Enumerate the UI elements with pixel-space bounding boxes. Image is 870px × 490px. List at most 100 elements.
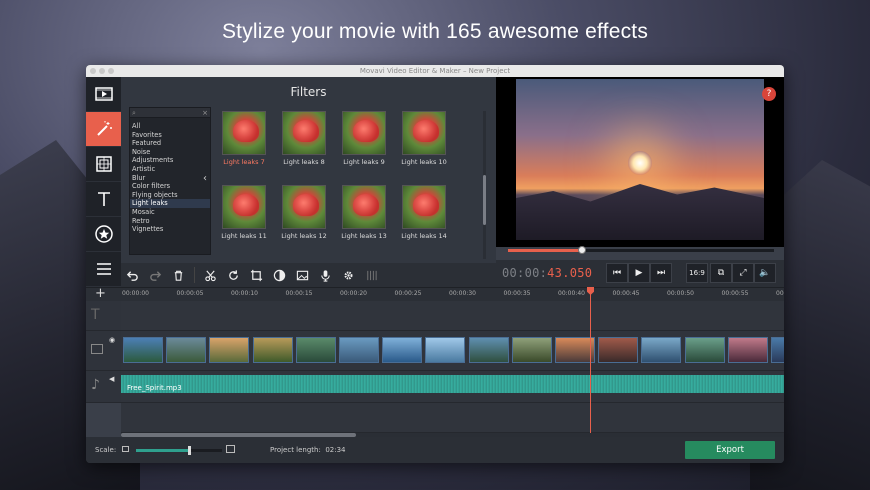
text-track-header: T — [86, 301, 121, 331]
equalizer-icon — [367, 270, 377, 280]
video-clip[interactable] — [295, 337, 336, 363]
filter-thumbnail[interactable]: Light leaks 11 — [221, 185, 267, 240]
import-media-button[interactable] — [86, 77, 121, 112]
filter-thumbnail[interactable]: Light leaks 13 — [341, 185, 387, 240]
filter-thumbnail[interactable]: Light leaks 10 — [401, 111, 447, 166]
more-tools-button[interactable] — [86, 252, 121, 287]
zoom-in-icon[interactable] — [226, 445, 235, 453]
filter-preview-image — [342, 185, 386, 229]
transitions-button[interactable] — [86, 147, 121, 182]
window-title: Movavi Video Editor & Maker – New Projec… — [359, 67, 511, 75]
filters-button[interactable] — [86, 112, 121, 147]
video-clip[interactable] — [727, 337, 768, 363]
video-clip[interactable] — [684, 337, 725, 363]
filter-thumbnail[interactable]: Light leaks 7 — [221, 111, 267, 166]
help-button[interactable]: ? — [762, 87, 776, 101]
previous-button[interactable]: ⏮ — [606, 263, 628, 283]
insert-image-button[interactable] — [291, 265, 314, 285]
category-item[interactable]: Adjustments — [130, 156, 210, 165]
close-window-button[interactable] — [90, 68, 96, 74]
category-search-input[interactable]: ⌕ × — [130, 108, 210, 118]
category-item[interactable]: Flying objects — [130, 191, 210, 200]
maximize-window-button[interactable] — [108, 68, 114, 74]
video-clip[interactable] — [166, 337, 207, 363]
filters-scrollbar[interactable] — [483, 111, 486, 259]
scrollbar-knob[interactable] — [483, 175, 486, 225]
category-item[interactable]: Color filters — [130, 182, 210, 191]
category-item[interactable]: Mosaic — [130, 208, 210, 217]
text-track[interactable] — [121, 301, 784, 331]
fullscreen-button[interactable]: ⤢ — [732, 263, 754, 283]
scale-slider-handle[interactable] — [187, 446, 191, 455]
video-clip[interactable] — [641, 337, 682, 363]
playhead-line[interactable] — [590, 289, 591, 433]
playback-progress-bar[interactable] — [508, 246, 774, 254]
redo-button[interactable] — [144, 265, 167, 285]
film-icon — [94, 87, 113, 101]
filter-thumbnail[interactable]: Light leaks 9 — [341, 111, 387, 166]
undo-button[interactable] — [121, 265, 144, 285]
video-clip[interactable] — [771, 337, 784, 363]
video-clip[interactable] — [209, 337, 250, 363]
filter-label: Light leaks 9 — [343, 158, 385, 166]
category-item[interactable]: All — [130, 122, 210, 131]
video-clip[interactable] — [382, 337, 423, 363]
video-clip[interactable] — [598, 337, 639, 363]
stickers-button[interactable] — [86, 217, 121, 252]
volume-button[interactable]: 🔈 — [754, 263, 776, 283]
rotate-button[interactable] — [222, 265, 245, 285]
category-item[interactable]: Noise — [130, 148, 210, 157]
category-item[interactable]: Artistic — [130, 165, 210, 174]
next-button[interactable]: ⏭ — [650, 263, 672, 283]
filter-preview-image — [222, 185, 266, 229]
category-item[interactable]: Blur — [130, 174, 210, 183]
settings-button[interactable] — [337, 265, 360, 285]
video-clip[interactable] — [123, 337, 163, 363]
video-clip[interactable] — [511, 337, 552, 363]
audio-clip[interactable]: Free_Spirit.mp3 — [121, 375, 784, 393]
crop-button[interactable] — [245, 265, 268, 285]
export-button[interactable]: Export — [685, 441, 775, 459]
progress-handle[interactable] — [578, 246, 587, 254]
video-clip[interactable] — [339, 337, 379, 363]
trash-icon — [174, 270, 183, 281]
video-track[interactable] — [121, 331, 784, 371]
minimize-window-button[interactable] — [99, 68, 105, 74]
zoom-out-icon[interactable] — [122, 446, 129, 452]
category-item[interactable]: Favorites — [130, 131, 210, 140]
scale-slider[interactable] — [136, 446, 222, 455]
timeline-ruler[interactable]: + 00:00:00 00:00:05 00:00:10 00:00:15 00:00:… — [86, 286, 784, 301]
filter-thumbnail[interactable]: Light leaks 8 — [281, 111, 327, 166]
video-clip[interactable] — [468, 337, 509, 363]
transitions-icon — [95, 156, 112, 172]
video-clip[interactable] — [252, 337, 293, 363]
delete-button[interactable] — [167, 265, 190, 285]
preview-frame-image — [516, 79, 764, 240]
detach-player-button[interactable]: ⧉ — [710, 263, 732, 283]
category-item[interactable]: Retro — [130, 217, 210, 226]
ruler-tick-label: 00:00:30 — [449, 290, 476, 297]
toolbar-divider — [194, 267, 195, 283]
category-item[interactable]: Vignettes — [130, 225, 210, 234]
visibility-eye-icon[interactable]: ◉ — [109, 336, 115, 344]
filter-thumbnail[interactable]: Light leaks 12 — [281, 185, 327, 240]
aspect-ratio-button[interactable]: 16:9 — [686, 263, 708, 283]
add-track-icon[interactable]: + — [95, 286, 106, 301]
title-bar: Movavi Video Editor & Maker – New Projec… — [86, 65, 784, 77]
category-item[interactable]: Light leaks — [130, 199, 210, 208]
audio-track[interactable]: Free_Spirit.mp3 — [121, 371, 784, 403]
record-voice-button[interactable] — [314, 265, 337, 285]
category-item[interactable]: Featured — [130, 139, 210, 148]
clear-search-icon[interactable]: × — [202, 108, 208, 118]
play-button[interactable]: ▶ — [628, 263, 650, 283]
filter-preview-image — [282, 111, 326, 155]
equalizer-button[interactable] — [360, 265, 383, 285]
titles-button[interactable] — [86, 182, 121, 217]
mute-speaker-icon[interactable]: ◀ — [109, 375, 114, 383]
video-clip[interactable] — [555, 337, 595, 363]
split-button[interactable] — [199, 265, 222, 285]
chevron-left-icon[interactable]: ‹ — [203, 173, 207, 184]
filter-thumbnail[interactable]: Light leaks 14 — [401, 185, 447, 240]
color-adjust-button[interactable] — [268, 265, 291, 285]
video-clip[interactable] — [425, 337, 466, 363]
